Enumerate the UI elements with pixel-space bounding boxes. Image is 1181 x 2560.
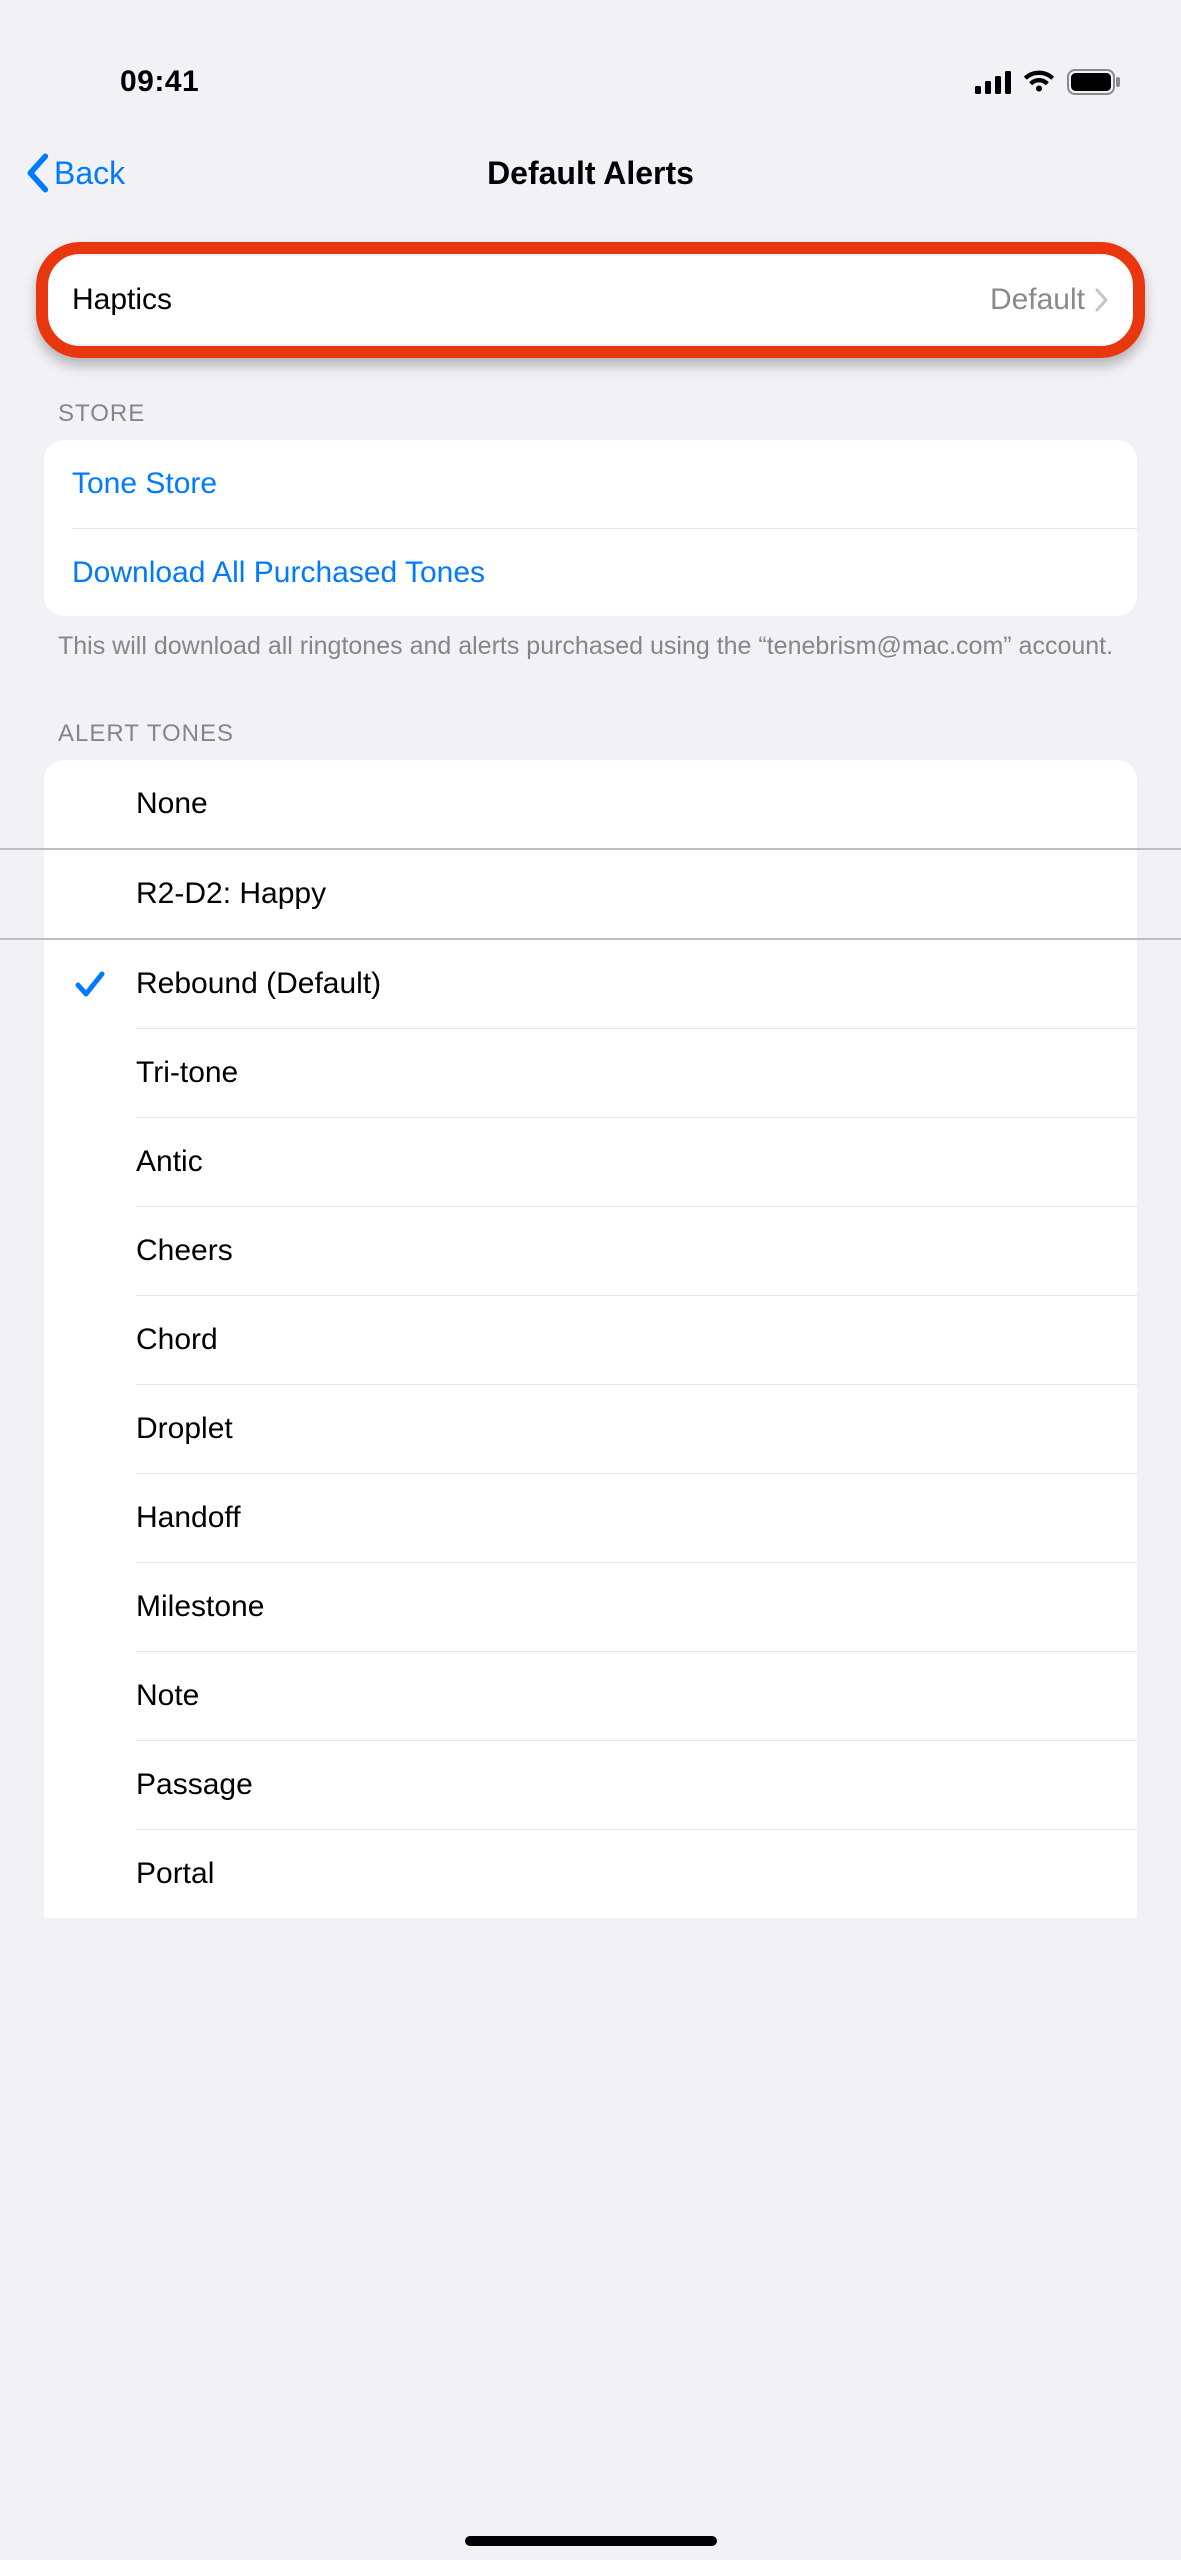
chevron-left-icon: [24, 153, 50, 193]
alert-tone-row[interactable]: Cheers: [44, 1207, 1137, 1295]
alert-tone-label: Handoff: [136, 1479, 1109, 1557]
status-indicators: [975, 69, 1121, 95]
alert-tone-label: Rebound (Default): [136, 945, 1109, 1023]
haptics-label: Haptics: [72, 283, 990, 317]
haptics-row[interactable]: Haptics Default: [44, 256, 1137, 344]
download-all-row[interactable]: Download All Purchased Tones: [72, 528, 1137, 616]
tone-store-row[interactable]: Tone Store: [44, 440, 1137, 528]
store-footer: This will download all ringtones and ale…: [0, 616, 1181, 664]
alert-tone-row[interactable]: Milestone: [44, 1563, 1137, 1651]
alert-tone-row[interactable]: None: [44, 760, 1137, 848]
alert-tone-row[interactable]: Tri-tone: [44, 1029, 1137, 1117]
status-bar: 09:41: [0, 0, 1181, 120]
alert-tone-label: Chord: [136, 1301, 1109, 1379]
alert-tone-label: Cheers: [136, 1212, 1109, 1290]
wifi-icon: [1023, 70, 1055, 94]
alert-tone-row[interactable]: Chord: [44, 1296, 1137, 1384]
navigation-bar: Back Default Alerts: [0, 120, 1181, 226]
cellular-icon: [975, 70, 1011, 94]
tone-lead: [44, 966, 136, 1002]
checkmark-icon: [72, 966, 108, 1002]
alert-tone-row[interactable]: Note: [44, 1652, 1137, 1740]
alert-tone-row[interactable]: Passage: [44, 1741, 1137, 1829]
alert-tone-label: Passage: [136, 1746, 1109, 1824]
alert-tone-label: None: [136, 765, 1109, 843]
status-time: 09:41: [60, 65, 199, 99]
alert-tone-row[interactable]: Antic: [44, 1118, 1137, 1206]
back-button[interactable]: Back: [24, 120, 125, 226]
alert-tone-label: Milestone: [136, 1568, 1109, 1646]
alert-tone-label: Droplet: [136, 1390, 1109, 1468]
alert-tone-row[interactable]: Portal: [44, 1830, 1137, 1918]
alert-tone-row[interactable]: Rebound (Default): [44, 940, 1137, 1028]
alert-tone-label: Antic: [136, 1123, 1109, 1201]
store-header: STORE: [0, 344, 1181, 440]
home-indicator[interactable]: [465, 2536, 717, 2546]
battery-icon: [1067, 69, 1121, 95]
haptics-value: Default: [990, 283, 1085, 317]
alert-tone-row[interactable]: R2-D2: Happy: [44, 850, 1137, 938]
store-group: Tone Store Download All Purchased Tones: [44, 440, 1137, 616]
alert-tone-label: R2-D2: Happy: [136, 855, 1109, 933]
alert-tone-row[interactable]: Droplet: [44, 1385, 1137, 1473]
tone-store-label: Tone Store: [72, 467, 217, 501]
alert-tones-group: None R2-D2: Happy Rebound (Default) Tri-ton…: [44, 760, 1137, 1918]
haptics-group: Haptics Default: [44, 256, 1137, 344]
back-label: Back: [54, 155, 125, 192]
alert-tones-header: ALERT TONES: [0, 664, 1181, 760]
alert-tone-row[interactable]: Handoff: [44, 1474, 1137, 1562]
alert-tone-label: Portal: [136, 1835, 1109, 1913]
page-title: Default Alerts: [487, 155, 694, 192]
alert-tone-label: Note: [136, 1657, 1109, 1735]
chevron-right-icon: [1095, 288, 1109, 312]
download-all-label: Download All Purchased Tones: [72, 556, 485, 590]
alert-tone-label: Tri-tone: [136, 1034, 1109, 1112]
